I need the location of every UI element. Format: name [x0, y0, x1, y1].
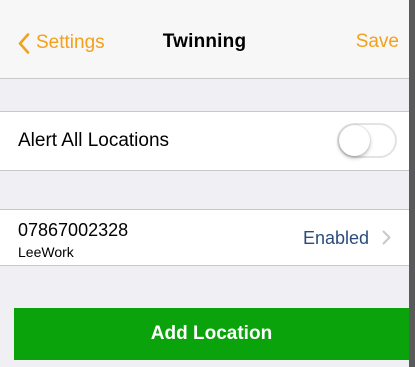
- save-button[interactable]: Save: [356, 31, 399, 53]
- location-status: Enabled: [302, 228, 369, 248]
- alert-all-locations-label: Alert All Locations: [18, 130, 170, 151]
- location-row[interactable]: 07867002328 LeeWork Enabled: [0, 209, 409, 266]
- navigation-bar: Settings Twinning Save: [0, 0, 409, 79]
- page-title: Twinning: [162, 31, 247, 52]
- alert-all-locations-row: Alert All Locations: [0, 111, 409, 171]
- window-edge: [409, 0, 415, 367]
- location-number: 07867002328: [18, 220, 129, 240]
- location-name: LeeWork: [18, 244, 74, 260]
- twinning-screen: Settings Twinning Save Alert All Locatio…: [0, 0, 409, 367]
- chevron-right-icon: [382, 230, 391, 245]
- alert-all-locations-toggle[interactable]: [337, 123, 397, 158]
- toggle-knob: [339, 125, 370, 156]
- add-location-button[interactable]: Add Location: [14, 308, 409, 360]
